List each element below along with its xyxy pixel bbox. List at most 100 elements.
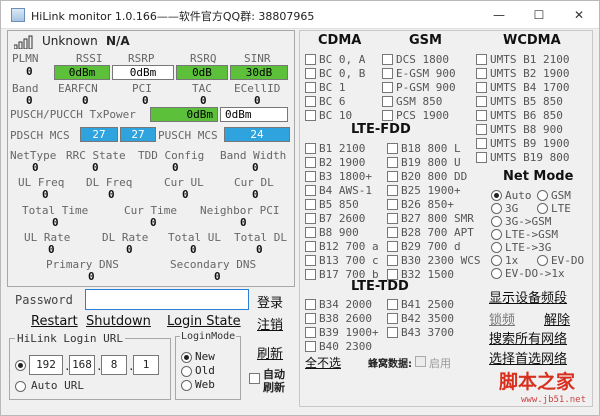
wcdma-band-checkbox[interactable] bbox=[476, 54, 487, 65]
cdma-band-checkbox[interactable] bbox=[305, 54, 316, 65]
gsm-band-checkbox[interactable] bbox=[382, 68, 393, 79]
close-button[interactable]: ✕ bbox=[559, 1, 599, 29]
lte-fdd-band-checkbox[interactable] bbox=[387, 171, 398, 182]
login-mode-web-radio[interactable] bbox=[181, 380, 192, 391]
cdma-band-label: BC 6 bbox=[319, 95, 346, 108]
cdma-band-label: BC 1 bbox=[319, 81, 346, 94]
net-mode-radio[interactable] bbox=[491, 268, 502, 279]
auto-url-radio[interactable] bbox=[15, 381, 26, 392]
rsrq-value: 0dB bbox=[176, 65, 228, 80]
login-button[interactable]: 登录 bbox=[257, 292, 283, 311]
gsm-band-checkbox[interactable] bbox=[382, 54, 393, 65]
login-mode-new-label: New bbox=[195, 350, 215, 363]
wcdma-band-checkbox[interactable] bbox=[476, 110, 487, 121]
search-networks-link[interactable]: 搜索所有网络 bbox=[489, 328, 567, 347]
net-mode-label: EV-DO bbox=[551, 254, 585, 267]
net-mode-label: LTE->GSM bbox=[505, 228, 558, 241]
ip-octet-3[interactable]: 8 bbox=[101, 355, 127, 375]
refresh-button[interactable]: 刷新 bbox=[257, 343, 283, 362]
gsm-band-checkbox[interactable] bbox=[382, 82, 393, 93]
lte-fdd-band-checkbox[interactable] bbox=[305, 213, 316, 224]
net-mode-radio[interactable] bbox=[491, 242, 502, 253]
auto-refresh-checkbox[interactable] bbox=[249, 373, 260, 384]
wcdma-band-label: UMTS B1 2100 bbox=[490, 53, 570, 66]
net-mode-radio[interactable] bbox=[491, 229, 502, 240]
gsm-band-checkbox[interactable] bbox=[382, 110, 393, 121]
lte-tdd-band-checkbox[interactable] bbox=[387, 299, 398, 310]
lte-fdd-band-checkbox[interactable] bbox=[387, 157, 398, 168]
cellular-data-checkbox[interactable] bbox=[415, 356, 426, 367]
lte-fdd-band-checkbox[interactable] bbox=[305, 199, 316, 210]
wcdma-band-checkbox[interactable] bbox=[476, 68, 487, 79]
deselect-all-link[interactable]: 全不选 bbox=[305, 354, 341, 371]
net-mode-radio[interactable] bbox=[537, 203, 548, 214]
wcdma-band-label: UMTS B2 1900 bbox=[490, 67, 570, 80]
lte-tdd-band-label: B39 1900+ bbox=[319, 326, 379, 339]
net-mode-radio[interactable] bbox=[491, 255, 502, 266]
lte-fdd-band-checkbox[interactable] bbox=[305, 227, 316, 238]
login-mode-web-label: Web bbox=[195, 378, 215, 391]
logout-link[interactable]: 注销 bbox=[257, 314, 283, 333]
lte-fdd-band-checkbox[interactable] bbox=[387, 227, 398, 238]
plmn-label: PLMN bbox=[12, 52, 39, 65]
lte-fdd-band-checkbox[interactable] bbox=[305, 255, 316, 266]
net-mode-radio[interactable] bbox=[537, 255, 548, 266]
login-mode-new-radio[interactable] bbox=[181, 352, 192, 363]
lte-tdd-band-checkbox[interactable] bbox=[305, 313, 316, 324]
ip-octet-4[interactable]: 1 bbox=[133, 355, 159, 375]
lte-fdd-band-checkbox[interactable] bbox=[387, 241, 398, 252]
ip-octet-2[interactable]: 168 bbox=[69, 355, 95, 375]
cdma-band-checkbox[interactable] bbox=[305, 96, 316, 107]
restart-link[interactable]: Restart bbox=[31, 314, 78, 329]
lte-fdd-band-checkbox[interactable] bbox=[387, 255, 398, 266]
gsm-band-checkbox[interactable] bbox=[382, 96, 393, 107]
wcdma-band-checkbox[interactable] bbox=[476, 152, 487, 163]
lte-fdd-band-checkbox[interactable] bbox=[305, 185, 316, 196]
net-mode-radio[interactable] bbox=[491, 190, 502, 201]
lte-tdd-band-checkbox[interactable] bbox=[305, 299, 316, 310]
lte-tdd-band-checkbox[interactable] bbox=[387, 327, 398, 338]
wcdma-band-checkbox[interactable] bbox=[476, 124, 487, 135]
net-mode-radio[interactable] bbox=[491, 203, 502, 214]
lte-fdd-band-checkbox[interactable] bbox=[305, 241, 316, 252]
wcdma-band-label: UMTS B8 900 bbox=[490, 123, 563, 136]
lte-fdd-band-checkbox[interactable] bbox=[305, 157, 316, 168]
net-mode-radio[interactable] bbox=[537, 190, 548, 201]
lte-fdd-band-checkbox[interactable] bbox=[387, 143, 398, 154]
password-input[interactable] bbox=[85, 289, 249, 310]
shutdown-link[interactable]: Shutdown bbox=[86, 314, 151, 329]
lte-fdd-band-checkbox[interactable] bbox=[305, 171, 316, 182]
maximize-button[interactable]: ☐ bbox=[519, 1, 559, 29]
lte-fdd-band-label: B20 800 DD bbox=[401, 170, 468, 183]
lock-band-link[interactable]: 锁频 bbox=[489, 309, 515, 328]
lte-fdd-band-checkbox[interactable] bbox=[305, 269, 316, 280]
wcdma-band-checkbox[interactable] bbox=[476, 96, 487, 107]
lte-tdd-band-checkbox[interactable] bbox=[305, 327, 316, 338]
lte-fdd-band-label: B19 800 U bbox=[401, 156, 461, 169]
unlock-band-link[interactable]: 解除 bbox=[544, 309, 570, 328]
lte-tdd-band-checkbox[interactable] bbox=[305, 341, 316, 352]
minimize-button[interactable]: — bbox=[479, 1, 519, 29]
cdma-band-checkbox[interactable] bbox=[305, 82, 316, 93]
lte-fdd-band-checkbox[interactable] bbox=[387, 213, 398, 224]
lte-fdd-band-checkbox[interactable] bbox=[387, 199, 398, 210]
login-mode-old-radio[interactable] bbox=[181, 366, 192, 377]
pdsch-mcs-value-1: 27 bbox=[80, 127, 118, 142]
earfcn-value: 0 bbox=[82, 94, 89, 107]
select-preferred-network-link[interactable]: 选择首选网络 bbox=[489, 348, 567, 367]
lte-tdd-band-checkbox[interactable] bbox=[387, 313, 398, 324]
auto-url-label: Auto URL bbox=[31, 379, 84, 392]
app-icon bbox=[11, 8, 25, 22]
ip-octet-1[interactable]: 192 bbox=[29, 355, 63, 375]
custom-url-radio[interactable] bbox=[15, 360, 26, 371]
cdma-band-checkbox[interactable] bbox=[305, 110, 316, 121]
wcdma-band-checkbox[interactable] bbox=[476, 82, 487, 93]
login-state-link[interactable]: Login State bbox=[167, 314, 241, 329]
show-device-bands-link[interactable]: 显示设备频段 bbox=[489, 287, 567, 306]
cdma-band-label: BC 0, A bbox=[319, 53, 366, 66]
lte-fdd-band-checkbox[interactable] bbox=[387, 185, 398, 196]
cdma-band-checkbox[interactable] bbox=[305, 68, 316, 79]
wcdma-band-checkbox[interactable] bbox=[476, 138, 487, 149]
lte-fdd-band-checkbox[interactable] bbox=[305, 143, 316, 154]
net-mode-radio[interactable] bbox=[491, 216, 502, 227]
